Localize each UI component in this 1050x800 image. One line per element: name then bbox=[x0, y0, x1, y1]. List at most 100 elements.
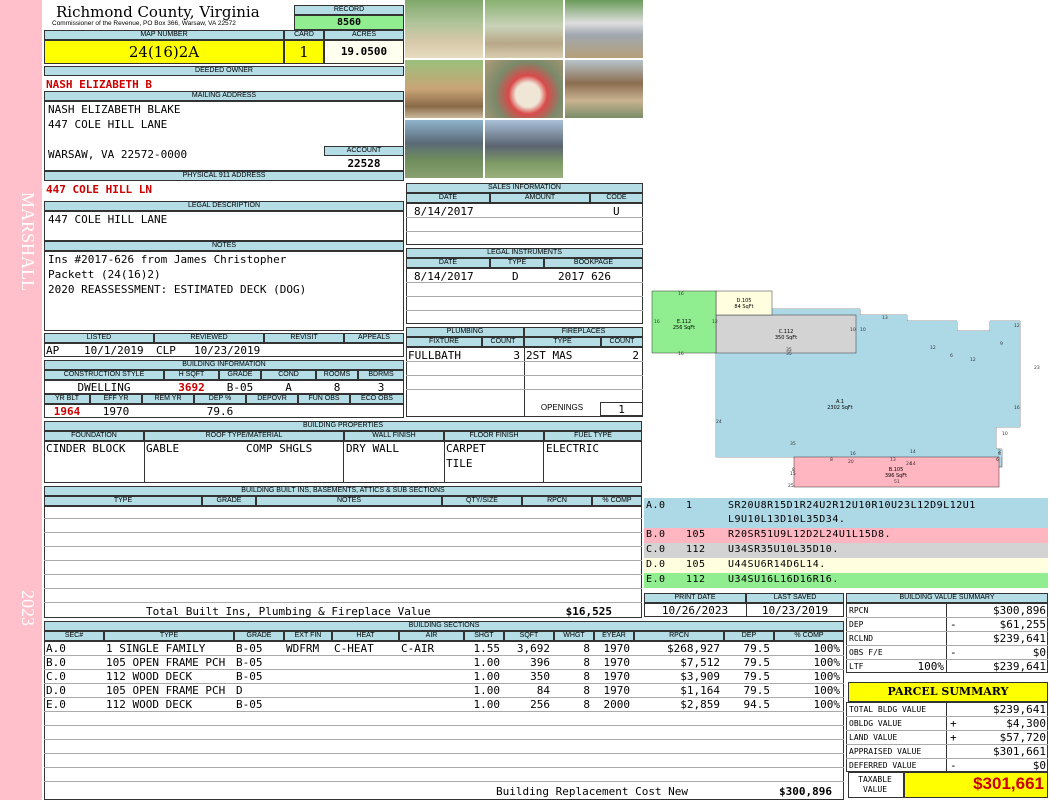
taxable-label-1: TAXABLE bbox=[858, 775, 892, 784]
section-row-4-col-8: 8 bbox=[583, 698, 590, 711]
card-label: CARD bbox=[284, 30, 324, 40]
segment-d-text: U44SU6R14D6L14. bbox=[728, 559, 826, 570]
segment-e-text: U34SU16L16D16R16. bbox=[728, 574, 839, 585]
reviewed-label: REVIEWED bbox=[154, 333, 264, 343]
construction-style: DWELLING bbox=[77, 381, 131, 394]
bvs-dep: $61,255 bbox=[999, 618, 1046, 631]
building-properties-label: BUILDING PROPERTIES bbox=[44, 421, 642, 431]
sketch-dimension: 25 bbox=[788, 483, 794, 489]
section-row-4-col-10: $2,859 bbox=[680, 698, 720, 711]
notes-line-1: Ins #2017-626 from James Christopher bbox=[48, 253, 287, 266]
last-saved-label: LAST SAVED bbox=[746, 593, 844, 603]
sales-code-label: CODE bbox=[590, 193, 643, 203]
bdrms-label: BDRMS bbox=[358, 370, 404, 380]
sketch-dimension: 16 bbox=[678, 351, 684, 357]
instrument-type-label: TYPE bbox=[490, 258, 544, 268]
sections-col-6-label: SHGT bbox=[464, 631, 504, 641]
segment-e-code: 112 bbox=[686, 574, 706, 585]
instrument-date-label: DATE bbox=[406, 258, 490, 268]
builtins-total-label: Total Built Ins, Plumbing & Fireplace Va… bbox=[146, 605, 431, 618]
card-number: 1 bbox=[299, 43, 309, 61]
appraised-label: APPRAISED VALUE bbox=[849, 747, 922, 756]
section-row-3-col-11: 79.5 bbox=[743, 684, 771, 697]
plumbing-fixture: FULLBATH bbox=[408, 349, 461, 362]
sketch-dimension: 2 bbox=[998, 449, 1001, 455]
sales-amount-label: AMOUNT bbox=[490, 193, 590, 203]
property-photo bbox=[405, 60, 483, 118]
section-row-2-col-1: 112 WOOD DECK bbox=[106, 670, 193, 683]
sections-col-11-label: DEP bbox=[724, 631, 774, 641]
sketch-c-sqft: 350 SqFt bbox=[775, 335, 797, 341]
segment-b-text: R20SR51U9L12D2L24U1L15D8. bbox=[728, 529, 892, 540]
sketch-d-sqft: 84 SqFt bbox=[734, 304, 753, 310]
dep-value: 79.6 bbox=[206, 405, 234, 418]
bvs-label: BUILDING VALUE SUMMARY bbox=[846, 593, 1048, 603]
section-row-2-col-0: C.0 bbox=[46, 670, 66, 683]
instrument-date: 8/14/2017 bbox=[414, 270, 474, 283]
revisit-label: REVISIT bbox=[264, 333, 344, 343]
fireplace-count-label: COUNT bbox=[601, 337, 643, 347]
section-row-4-col-11: 94.5 bbox=[743, 698, 771, 711]
wall-finish-label: WALL FINISH bbox=[344, 431, 444, 441]
section-row-3-col-7: 84 bbox=[536, 684, 550, 697]
foundation-value: CINDER BLOCK bbox=[46, 442, 126, 455]
fireplace-type: 2ST MAS bbox=[526, 349, 573, 362]
bvs-dep-label: DEP bbox=[849, 620, 864, 629]
sketch-dimension: 6 bbox=[996, 457, 999, 463]
print-date: 10/26/2023 bbox=[661, 604, 729, 617]
sales-date-label: DATE bbox=[406, 193, 490, 203]
instrument-book: 2017 626 bbox=[558, 270, 611, 283]
section-row-3-col-8: 8 bbox=[583, 684, 590, 697]
section-row-0-col-5: C-AIR bbox=[401, 642, 435, 655]
section-row-3-col-12: 100% bbox=[813, 684, 841, 697]
deeded-owner: NASH ELIZABETH B bbox=[46, 78, 152, 91]
sales-info-label: SALES INFORMATION bbox=[406, 183, 643, 193]
section-row-3-col-2: D bbox=[236, 684, 243, 697]
builtins-comp-label: % COMP bbox=[592, 496, 642, 506]
taxable-value: $301,661 bbox=[973, 774, 1044, 793]
legal-instruments-label: LEGAL INSTRUMENTS bbox=[406, 248, 643, 258]
legal-description-label: LEGAL DESCRIPTION bbox=[44, 201, 404, 211]
print-date-label: PRINT DATE bbox=[644, 593, 746, 603]
sections-col-10-label: RPCN bbox=[634, 631, 724, 641]
sketch-dimension: 12 bbox=[1014, 323, 1020, 329]
sketch-dimension: 12 bbox=[970, 357, 976, 363]
sketch-e-sqft: 256 SqFt bbox=[673, 325, 695, 331]
property-photo bbox=[485, 60, 563, 118]
section-row-4-col-12: 100% bbox=[813, 698, 841, 711]
effyr-value: 1970 bbox=[102, 405, 130, 418]
listed-label: LISTED bbox=[44, 333, 154, 343]
legal-description: 447 COLE HILL LANE bbox=[48, 213, 168, 226]
map-number-label: MAP NUMBER bbox=[44, 30, 284, 40]
section-row-1-col-12: 100% bbox=[813, 656, 841, 669]
account-label: ACCOUNT bbox=[324, 146, 404, 156]
sketch-dimension: 16 bbox=[654, 319, 660, 325]
openings-value: 1 bbox=[618, 403, 625, 416]
section-row-0-col-2: B-05 bbox=[236, 642, 263, 655]
deferred-value: $0 bbox=[1032, 759, 1046, 772]
segment-c-sec: C.0 bbox=[646, 544, 666, 555]
roof-type: GABLE bbox=[146, 442, 180, 455]
sections-col-7-label: SQFT bbox=[504, 631, 554, 641]
section-row-4-col-0: E.0 bbox=[46, 698, 66, 711]
sidebar: MARSHALL 2023 bbox=[0, 0, 42, 800]
section-row-1-col-0: B.0 bbox=[46, 656, 66, 669]
sidebar-year: 2023 bbox=[18, 590, 38, 626]
section-row-0-col-12: 100% bbox=[813, 642, 841, 655]
property-photo bbox=[405, 0, 483, 58]
mailing-line-2: 447 COLE HILL LANE bbox=[48, 118, 168, 131]
sketch-dimension: 14 bbox=[910, 449, 916, 455]
sections-col-5-label: AIR bbox=[399, 631, 464, 641]
segment-c-code: 112 bbox=[686, 544, 706, 555]
replacement-cost: $300,896 bbox=[779, 785, 832, 798]
bdrms-value: 3 bbox=[377, 381, 385, 394]
builtins-rpcn-label: RPCN bbox=[522, 496, 592, 506]
hsqft-label: H SQFT bbox=[164, 370, 219, 380]
parcel-summary-title: PARCEL SUMMARY bbox=[887, 685, 1009, 698]
openings-label: OPENINGS bbox=[526, 404, 598, 414]
section-row-1-col-7: 396 bbox=[530, 656, 550, 669]
section-row-2-col-12: 100% bbox=[813, 670, 841, 683]
segment-e-sec: E.0 bbox=[646, 574, 666, 585]
bvs-rpcn-label: RPCN bbox=[849, 606, 869, 615]
section-row-2-col-10: $3,909 bbox=[680, 670, 720, 683]
